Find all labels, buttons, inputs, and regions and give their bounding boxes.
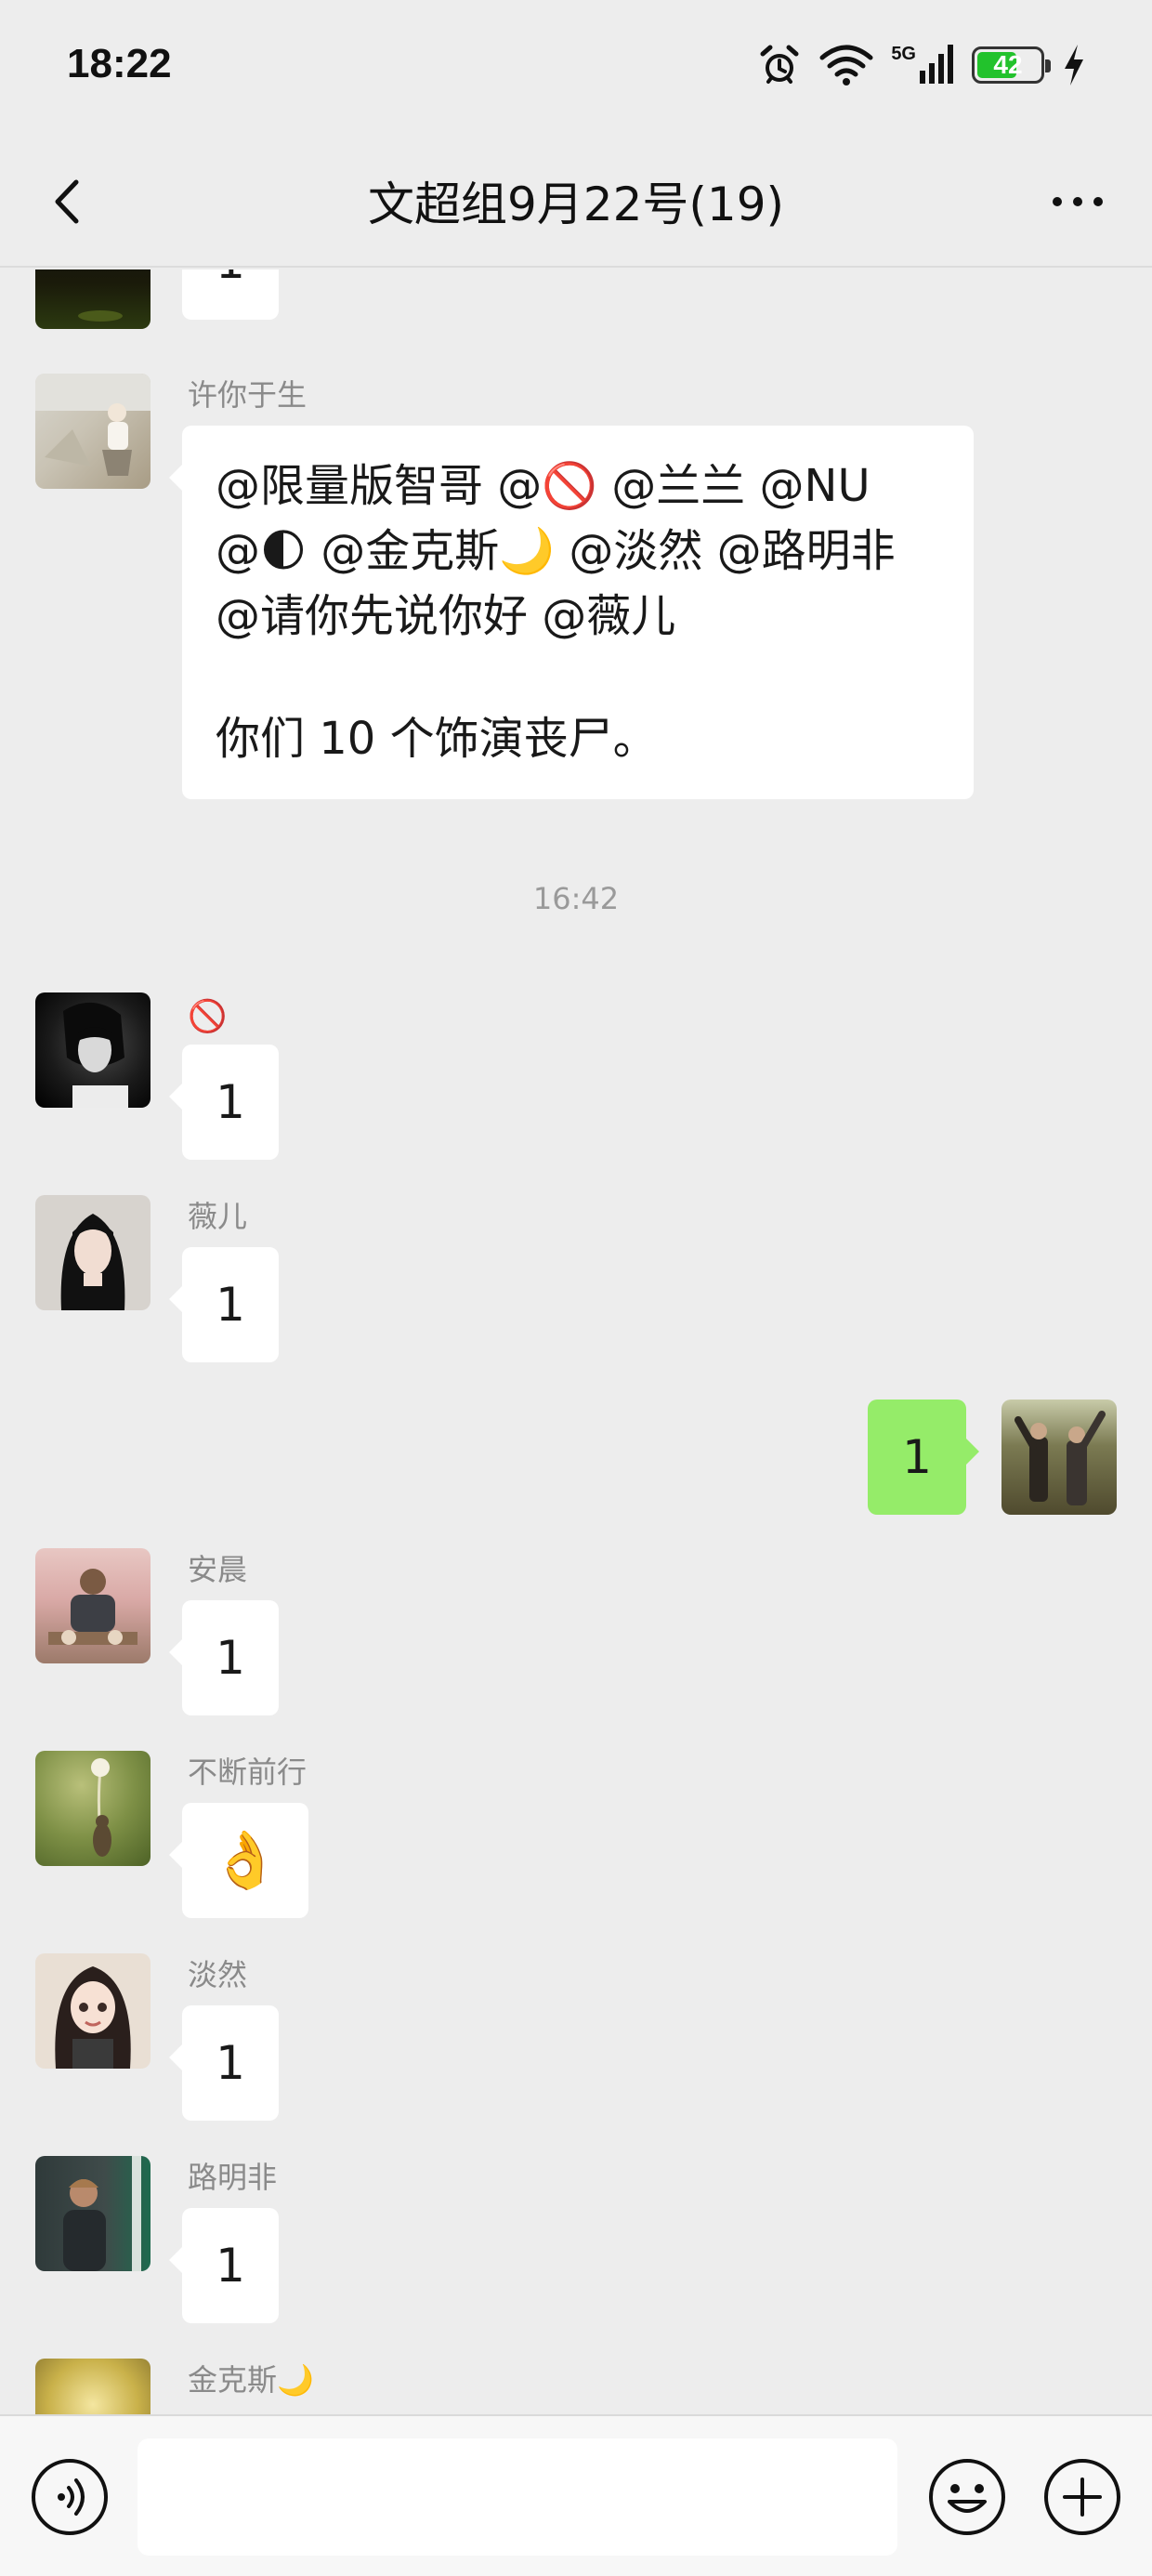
sender-name: 金克斯🌙 bbox=[188, 2362, 314, 2398]
message-list[interactable]: 1 许你于生 @限量版智哥 @🚫 @兰兰 @NU @🌓 @金克斯🌙 @淡然 @路… bbox=[0, 269, 1152, 2414]
avatar[interactable] bbox=[35, 1751, 151, 1866]
input-bar bbox=[0, 2414, 1152, 2576]
message-bubble[interactable]: 1 bbox=[182, 269, 279, 320]
ok-hand-emoji: 👌 bbox=[210, 1828, 281, 1893]
timestamp: 16:42 bbox=[532, 881, 620, 916]
avatar[interactable] bbox=[35, 992, 151, 1108]
my-message-bubble[interactable]: 1 bbox=[868, 1400, 979, 1515]
message-input[interactable] bbox=[137, 2438, 897, 2556]
avatar[interactable] bbox=[35, 1195, 151, 1310]
avatar[interactable] bbox=[35, 374, 151, 489]
emoji-icon[interactable] bbox=[927, 2457, 1007, 2537]
sender-name: 薇儿 bbox=[188, 1199, 248, 1234]
avatar[interactable] bbox=[35, 1548, 151, 1663]
avatar[interactable] bbox=[35, 1953, 151, 2069]
voice-icon[interactable] bbox=[30, 2457, 110, 2537]
sender-name: 许你于生 bbox=[188, 377, 308, 413]
message-text: 1 bbox=[216, 2239, 245, 2293]
network-label: 5G bbox=[891, 43, 916, 64]
message-text: 1 bbox=[216, 1278, 245, 1332]
status-bar: 18:22 5G 42 bbox=[0, 0, 1152, 139]
message-text: 1 bbox=[216, 269, 245, 289]
sender-name: 不断前行 bbox=[188, 1755, 308, 1790]
sender-name: 🚫 bbox=[188, 998, 228, 1035]
message-text: 1 bbox=[902, 1430, 932, 1484]
signal-icon bbox=[920, 45, 953, 84]
message-line: @🌓 @金克斯🌙 @淡然 @路明非 bbox=[216, 525, 896, 577]
message-line: @请你先说你好 @薇儿 bbox=[216, 590, 676, 642]
message-bubble[interactable]: 1 bbox=[169, 1247, 279, 1362]
wifi-icon bbox=[819, 45, 873, 85]
status-icons: 5G 42 bbox=[757, 41, 1087, 89]
message-text: 1 bbox=[216, 2036, 245, 2090]
sender-name: 安晨 bbox=[188, 1552, 248, 1587]
my-avatar[interactable] bbox=[1001, 1400, 1117, 1515]
avatar[interactable] bbox=[35, 2156, 151, 2271]
avatar[interactable] bbox=[35, 2359, 151, 2414]
page-title: 文超组9月22号(19) bbox=[367, 177, 785, 231]
message-line: 你们 10 个饰演丧尸。 bbox=[216, 713, 658, 765]
message-bubble[interactable]: 👌 bbox=[169, 1803, 308, 1918]
message-text: 1 bbox=[216, 1075, 245, 1129]
message-bubble[interactable]: 1 bbox=[169, 2208, 279, 2323]
charging-icon bbox=[1065, 45, 1083, 85]
message-text: 1 bbox=[216, 1631, 245, 1685]
more-dots-icon[interactable] bbox=[1041, 169, 1115, 234]
message-bubble[interactable]: @限量版智哥 @🚫 @兰兰 @NU @🌓 @金克斯🌙 @淡然 @路明非 @请你先… bbox=[169, 426, 974, 799]
message-bubble[interactable]: 1 bbox=[169, 1045, 279, 1160]
status-time: 18:22 bbox=[67, 41, 172, 86]
message-bubble[interactable]: 1 bbox=[169, 2005, 279, 2121]
alarm-icon bbox=[760, 45, 799, 84]
message-bubble[interactable]: 1 bbox=[169, 1600, 279, 1715]
battery-icon: 42 bbox=[972, 46, 1051, 84]
avatar[interactable] bbox=[35, 269, 151, 329]
message-line: @限量版智哥 @🚫 @兰兰 @NU bbox=[216, 460, 871, 512]
chat-header: 文超组9月22号(19) bbox=[0, 139, 1152, 268]
plus-icon[interactable] bbox=[1042, 2457, 1122, 2537]
sender-name: 淡然 bbox=[188, 1957, 248, 1992]
battery-level: 42 bbox=[993, 50, 1023, 79]
sender-name: 路明非 bbox=[188, 2160, 278, 2195]
